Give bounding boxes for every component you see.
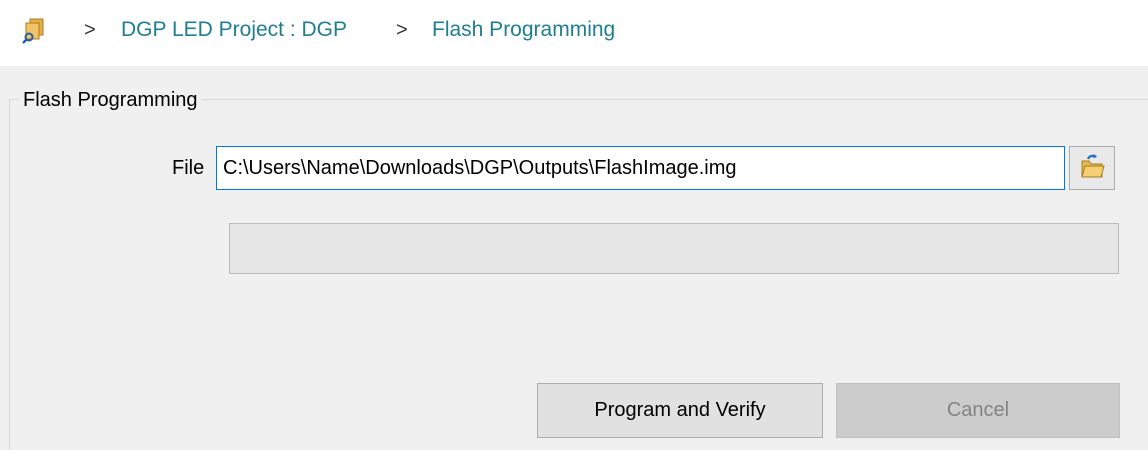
file-path-input[interactable] [216,146,1065,190]
progress-bar [229,223,1119,274]
breadcrumb-separator: > [396,19,408,41]
browse-button[interactable] [1069,146,1115,190]
open-folder-icon [1079,152,1105,185]
project-search-icon[interactable] [21,17,47,45]
breadcrumb-separator: > [84,19,96,41]
group-title: Flash Programming [19,89,202,112]
file-label: File [172,157,205,179]
breadcrumb-item-project[interactable]: DGP LED Project : DGP [121,18,347,42]
cancel-button[interactable]: Cancel [836,383,1120,438]
breadcrumb: > DGP LED Project : DGP > Flash Programm… [0,0,1148,66]
breadcrumb-item-flash-programming[interactable]: Flash Programming [432,18,615,42]
program-and-verify-button[interactable]: Program and Verify [537,383,823,438]
